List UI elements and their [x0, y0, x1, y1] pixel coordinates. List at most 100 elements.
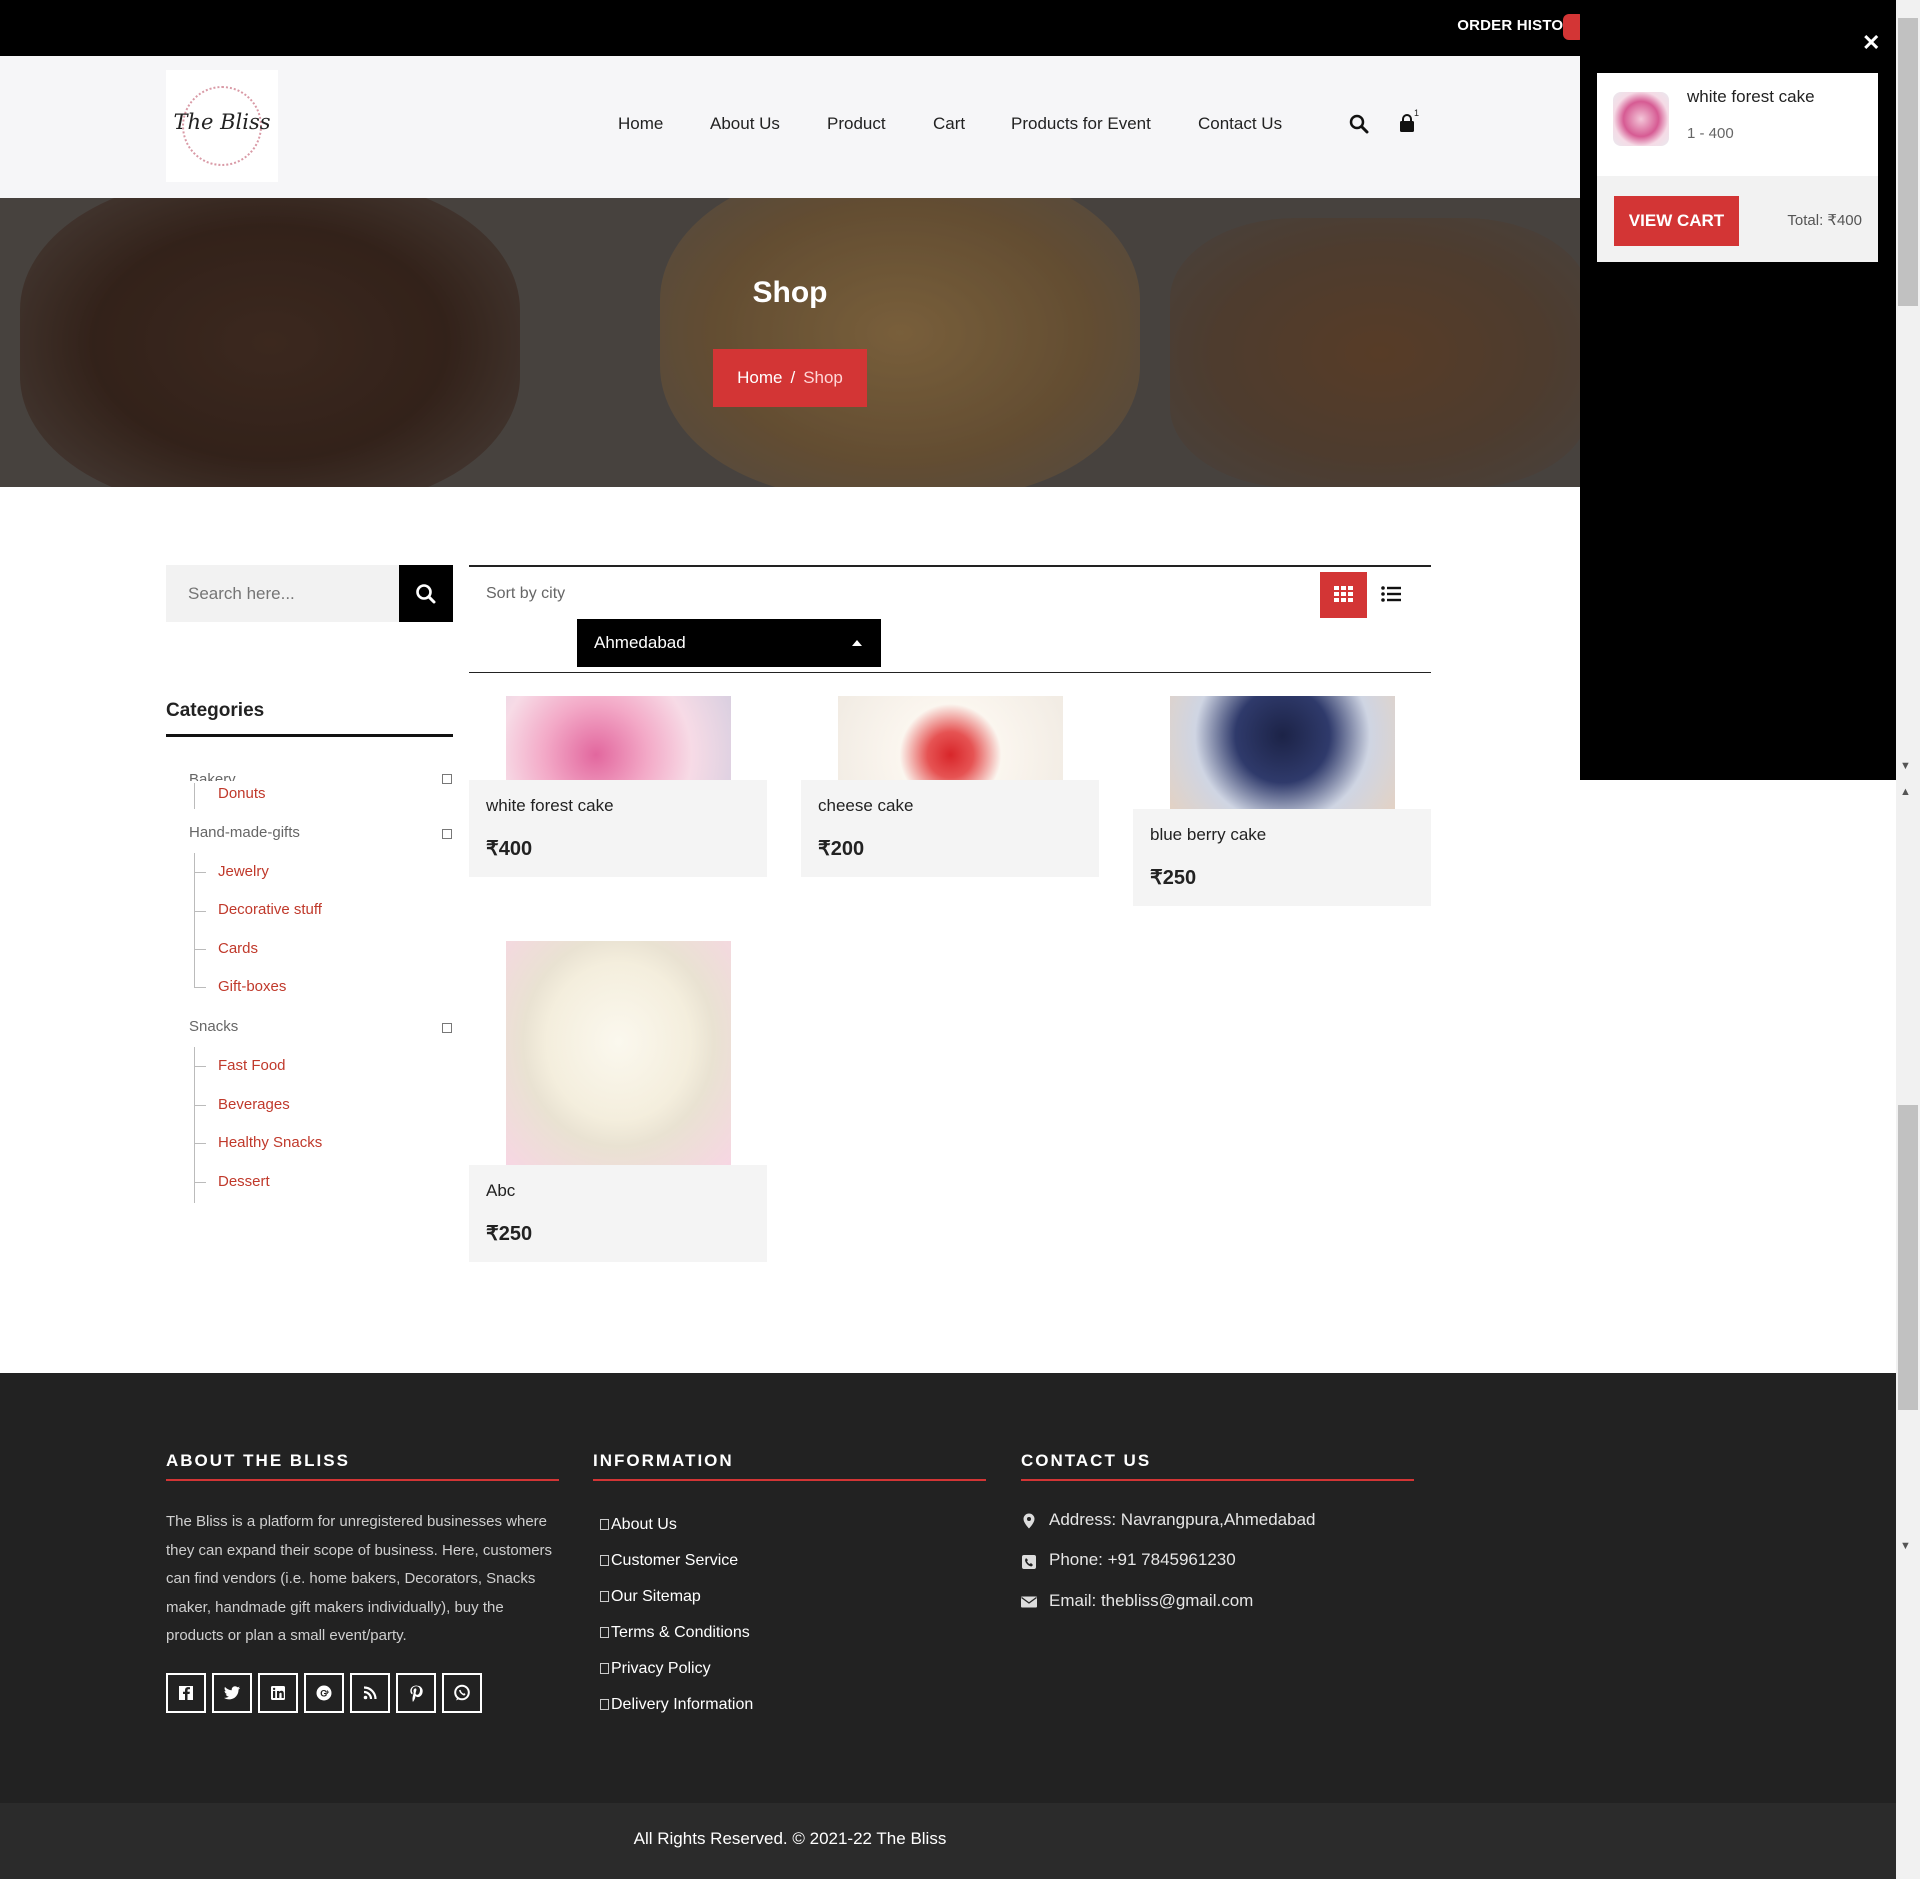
page-scrollbar-thumb[interactable] — [1898, 1105, 1918, 1410]
main-nav: Home About Us Product Cart Products for … — [0, 114, 1580, 138]
product-card[interactable]: blue berry cake ₹250 — [1133, 809, 1431, 906]
category-cards[interactable]: Cards — [218, 940, 258, 957]
sort-by-label: Sort by city — [486, 585, 566, 602]
product-price: ₹250 — [1150, 867, 1197, 889]
search-icon[interactable] — [1348, 113, 1370, 135]
footer-link-delivery-information[interactable]: Delivery Information — [600, 1696, 753, 1714]
product-image-abc[interactable] — [506, 941, 731, 1165]
category-decorative-stuff[interactable]: Decorative stuff — [218, 901, 322, 918]
scroll-down-arrow-icon[interactable]: ▼ — [1900, 760, 1911, 772]
footer-link-customer-service[interactable]: Customer Service — [600, 1552, 738, 1570]
product-image-blue-berry-cake[interactable] — [1170, 696, 1395, 809]
mini-cart-total: Total: ₹400 — [1787, 211, 1862, 229]
footer-link-label[interactable]: Terms & Conditions — [611, 1624, 750, 1641]
collapse-toggle-icon[interactable] — [442, 774, 452, 784]
category-gift-boxes[interactable]: Gift-boxes — [218, 978, 286, 995]
grid-view-button[interactable] — [1320, 572, 1367, 618]
grid-icon — [1334, 586, 1353, 602]
footer-info-heading: INFORMATION — [593, 1451, 734, 1470]
rss-icon[interactable] — [350, 1673, 390, 1713]
product-image-white-forest-cake[interactable] — [506, 696, 731, 780]
footer-link-label[interactable]: Delivery Information — [611, 1696, 753, 1713]
product-name[interactable]: blue berry cake — [1150, 825, 1266, 845]
mini-cart: white forest cake 1 - 400 VIEW CART Tota… — [1597, 73, 1878, 262]
toolbar-bottom-border — [469, 672, 1431, 673]
tree-branch — [194, 1182, 206, 1183]
whatsapp-icon[interactable] — [442, 1673, 482, 1713]
category-beverages[interactable]: Beverages — [218, 1096, 290, 1113]
nav-home[interactable]: Home — [618, 114, 663, 134]
footer-link-label[interactable]: Customer Service — [611, 1552, 738, 1569]
product-card[interactable]: Abc ₹250 — [469, 1165, 767, 1262]
categories-divider — [166, 734, 453, 737]
product-name[interactable]: Abc — [486, 1181, 515, 1201]
contact-phone[interactable]: Phone: +91 7845961230 — [1049, 1550, 1236, 1570]
footer-link-label[interactable]: Our Sitemap — [611, 1588, 701, 1605]
nav-product[interactable]: Product — [827, 114, 886, 134]
mini-cart-item[interactable]: white forest cake 1 - 400 — [1597, 73, 1878, 176]
linkedin-icon[interactable] — [258, 1673, 298, 1713]
footer-link-label[interactable]: About Us — [611, 1516, 677, 1533]
panel-scrollbar-thumb[interactable] — [1898, 18, 1918, 306]
nav-cart[interactable]: Cart — [933, 114, 965, 134]
mini-cart-item-qty: 1 - 400 — [1687, 125, 1734, 142]
product-card[interactable]: cheese cake ₹200 — [801, 780, 1099, 877]
footer-info-underline — [593, 1479, 986, 1481]
category-snacks[interactable]: Snacks — [189, 1018, 238, 1035]
collapse-toggle-icon[interactable] — [442, 829, 452, 839]
close-icon[interactable]: ✕ — [1862, 30, 1880, 56]
facebook-glyph — [179, 1686, 193, 1700]
google-plus-icon[interactable]: G + — [304, 1673, 344, 1713]
category-fast-food[interactable]: Fast Food — [218, 1057, 286, 1074]
category-bakery[interactable]: Bakery — [189, 771, 236, 781]
facebook-icon[interactable] — [166, 1673, 206, 1713]
breadcrumb: Home / Shop — [713, 349, 867, 407]
scroll-up-arrow-icon[interactable]: ▲ — [1900, 786, 1911, 798]
mini-cart-total-value: ₹400 — [1827, 212, 1862, 229]
category-healthy-snacks[interactable]: Healthy Snacks — [218, 1134, 322, 1151]
tree-line — [194, 853, 195, 987]
cart-count-badge: 1 — [1414, 108, 1420, 118]
footer-link-terms[interactable]: Terms & Conditions — [600, 1624, 750, 1642]
breadcrumb-current: Shop — [803, 368, 843, 387]
footer-contact-heading: CONTACT US — [1021, 1451, 1152, 1470]
category-donuts[interactable]: Donuts — [218, 785, 266, 802]
footer-link-about-us[interactable]: About Us — [600, 1516, 677, 1534]
search-button[interactable] — [399, 565, 453, 622]
product-card[interactable]: white forest cake ₹400 — [469, 780, 767, 877]
footer-link-label[interactable]: Privacy Policy — [611, 1660, 711, 1677]
collapse-toggle-icon[interactable] — [442, 1023, 452, 1033]
product-image-cheese-cake[interactable] — [838, 696, 1063, 780]
mini-cart-item-thumbnail — [1613, 92, 1669, 146]
rss-glyph — [363, 1686, 377, 1700]
envelope-icon — [1021, 1596, 1037, 1608]
footer-link-our-sitemap[interactable]: Our Sitemap — [600, 1588, 701, 1606]
list-view-icon[interactable] — [1376, 580, 1406, 610]
scroll-down-arrow-icon[interactable]: ▼ — [1900, 1540, 1911, 1552]
svg-text:+: + — [325, 1690, 329, 1697]
mini-cart-item-name[interactable]: white forest cake — [1687, 87, 1815, 107]
category-hand-made-gifts[interactable]: Hand-made-gifts — [189, 824, 300, 841]
product-name[interactable]: cheese cake — [818, 796, 913, 816]
city-select[interactable]: Ahmedabad — [577, 619, 881, 667]
view-cart-button[interactable]: VIEW CART — [1614, 196, 1739, 246]
mini-cart-footer: VIEW CART Total: ₹400 — [1597, 176, 1878, 262]
pinterest-icon[interactable] — [396, 1673, 436, 1713]
breadcrumb-home[interactable]: Home — [737, 368, 782, 387]
copyright-text: All Rights Reserved. © 2021-22 The Bliss — [633, 1829, 947, 1848]
twitter-icon[interactable] — [212, 1673, 252, 1713]
nav-contact-us[interactable]: Contact Us — [1198, 114, 1282, 134]
search-input[interactable] — [166, 565, 399, 622]
nav-products-for-event[interactable]: Products for Event — [1011, 114, 1151, 134]
product-name[interactable]: white forest cake — [486, 796, 614, 816]
footer-link-privacy-policy[interactable]: Privacy Policy — [600, 1660, 711, 1678]
category-jewelry[interactable]: Jewelry — [218, 863, 269, 880]
search-field[interactable] — [166, 565, 399, 622]
link-bullet-icon — [600, 1555, 609, 1566]
contact-email[interactable]: Email: thebliss@gmail.com — [1049, 1591, 1253, 1611]
nav-about-us[interactable]: About Us — [710, 114, 780, 134]
caret-up-icon[interactable] — [852, 640, 862, 646]
mini-cart-total-label: Total: — [1787, 212, 1824, 229]
tree-branch — [194, 987, 206, 988]
category-dessert[interactable]: Dessert — [218, 1173, 270, 1190]
